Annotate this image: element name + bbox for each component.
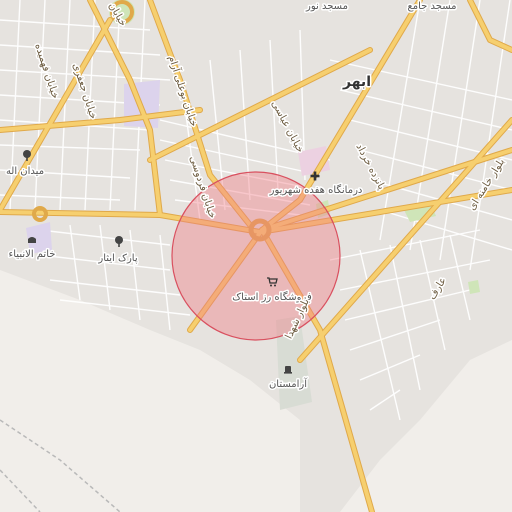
search-radius-circle[interactable]: [171, 171, 341, 341]
poi-masjed-nour: مسجد نور: [305, 1, 348, 12]
grave-icon[interactable]: [284, 366, 292, 374]
poi-park: پارک ایثار: [97, 253, 137, 264]
map-canvas[interactable]: ابهر مسجد نور مسجد جامع درمانگاه هفده شه…: [0, 0, 512, 512]
poi-masjed-jame: مسجد جامع: [407, 1, 456, 12]
poi-cemetery: آرامستان: [269, 377, 308, 390]
poi-midan-elahe: میدان اله: [6, 166, 44, 177]
poi-clinic: درمانگاه هفده شهریور: [269, 184, 363, 196]
green-area: [468, 280, 480, 294]
poi-khatam: خاتم الانبیاء: [9, 249, 56, 260]
city-label: ابهر: [342, 74, 371, 90]
